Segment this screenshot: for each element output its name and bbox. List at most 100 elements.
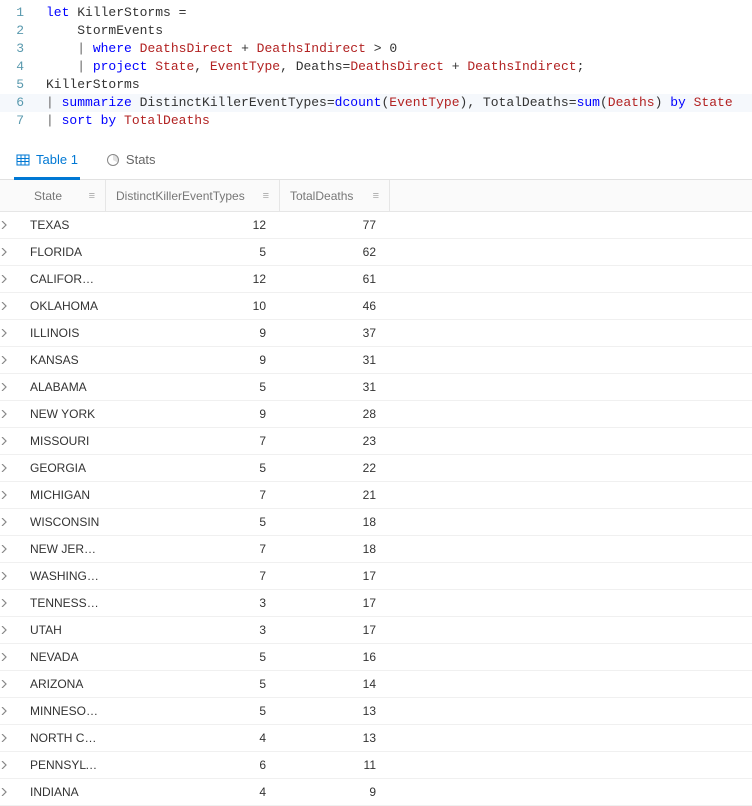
code-content[interactable]: KillerStorms [38, 76, 140, 94]
column-header-state[interactable]: State ≡ [24, 180, 106, 211]
table-row[interactable]: ALABAMA531 [0, 374, 752, 401]
expand-row-icon[interactable] [0, 248, 24, 256]
expand-row-icon[interactable] [0, 653, 24, 661]
cell-state: CALIFORNIA [24, 272, 106, 286]
table-row[interactable]: ILLINOIS937 [0, 320, 752, 347]
table-row[interactable]: MICHIGAN721 [0, 482, 752, 509]
table-row[interactable]: MISSOURI723 [0, 428, 752, 455]
table-row[interactable]: NORTH CA…413 [0, 725, 752, 752]
column-header-types[interactable]: DistinctKillerEventTypes ≡ [106, 180, 280, 211]
expand-row-icon[interactable] [0, 626, 24, 634]
cell-types: 6 [106, 758, 280, 772]
expand-row-icon[interactable] [0, 599, 24, 607]
table-row[interactable]: ARIZONA514 [0, 671, 752, 698]
cell-types: 3 [106, 596, 280, 610]
expand-row-icon[interactable] [0, 680, 24, 688]
expand-row-icon[interactable] [0, 707, 24, 715]
cell-deaths: 17 [280, 569, 390, 583]
code-content[interactable]: | project State, EventType, Deaths=Death… [38, 58, 584, 76]
cell-deaths: 31 [280, 380, 390, 394]
table-row[interactable]: FLORIDA562 [0, 239, 752, 266]
expand-row-icon[interactable] [0, 275, 24, 283]
expand-row-icon[interactable] [0, 410, 24, 418]
code-editor[interactable]: 1let KillerStorms =2 StormEvents3 | wher… [0, 0, 752, 138]
cell-state: WISCONSIN [24, 515, 106, 529]
code-line[interactable]: 5KillerStorms [0, 76, 752, 94]
table-row[interactable]: PENNSYLV…611 [0, 752, 752, 779]
code-line[interactable]: 6| summarize DistinctKillerEventTypes=dc… [0, 94, 752, 112]
expand-row-icon[interactable] [0, 356, 24, 364]
cell-deaths: 18 [280, 515, 390, 529]
cell-types: 3 [106, 623, 280, 637]
line-number: 2 [0, 22, 38, 40]
code-line[interactable]: 2 StormEvents [0, 22, 752, 40]
menu-icon[interactable]: ≡ [89, 190, 95, 202]
cell-types: 9 [106, 326, 280, 340]
code-line[interactable]: 7| sort by TotalDeaths [0, 112, 752, 130]
code-line[interactable]: 4 | project State, EventType, Deaths=Dea… [0, 58, 752, 76]
expand-row-icon[interactable] [0, 302, 24, 310]
table-row[interactable]: TENNESSEE317 [0, 590, 752, 617]
cell-state: OKLAHOMA [24, 299, 106, 313]
cell-state: MINNESOTA [24, 704, 106, 718]
table-row[interactable]: NEVADA516 [0, 644, 752, 671]
table-row[interactable]: CALIFORNIA1261 [0, 266, 752, 293]
cell-deaths: 14 [280, 677, 390, 691]
cell-types: 7 [106, 434, 280, 448]
table-row[interactable]: NEW JERSEY718 [0, 536, 752, 563]
cell-deaths: 16 [280, 650, 390, 664]
tab-stats[interactable]: Stats [104, 146, 158, 180]
expand-row-icon[interactable] [0, 734, 24, 742]
menu-icon[interactable]: ≡ [263, 190, 269, 202]
cell-types: 5 [106, 245, 280, 259]
column-header-deaths[interactable]: TotalDeaths ≡ [280, 180, 390, 211]
table-row[interactable]: MINNESOTA513 [0, 698, 752, 725]
table-row[interactable]: GEORGIA522 [0, 455, 752, 482]
code-content[interactable]: StormEvents [38, 22, 163, 40]
code-content[interactable]: | sort by TotalDeaths [38, 112, 210, 130]
table-row[interactable]: UTAH317 [0, 617, 752, 644]
table-row[interactable]: INDIANA49 [0, 779, 752, 806]
menu-icon[interactable]: ≡ [373, 190, 379, 202]
expand-row-icon[interactable] [0, 437, 24, 445]
cell-state: PENNSYLV… [24, 758, 106, 772]
expand-row-icon[interactable] [0, 221, 24, 229]
expand-row-icon[interactable] [0, 788, 24, 796]
cell-state: TEXAS [24, 218, 106, 232]
tab-table[interactable]: Table 1 [14, 146, 80, 180]
cell-deaths: 17 [280, 596, 390, 610]
table-row[interactable]: KANSAS931 [0, 347, 752, 374]
expand-row-icon[interactable] [0, 491, 24, 499]
expand-row-icon[interactable] [0, 761, 24, 769]
cell-deaths: 28 [280, 407, 390, 421]
code-content[interactable]: | summarize DistinctKillerEventTypes=dco… [38, 94, 733, 112]
cell-types: 10 [106, 299, 280, 313]
cell-deaths: 46 [280, 299, 390, 313]
code-content[interactable]: let KillerStorms = [38, 4, 186, 22]
expand-row-icon[interactable] [0, 518, 24, 526]
cell-types: 7 [106, 569, 280, 583]
cell-types: 9 [106, 353, 280, 367]
code-line[interactable]: 3 | where DeathsDirect + DeathsIndirect … [0, 40, 752, 58]
line-number: 6 [0, 94, 38, 112]
cell-state: GEORGIA [24, 461, 106, 475]
expand-row-icon[interactable] [0, 464, 24, 472]
cell-deaths: 23 [280, 434, 390, 448]
cell-state: MICHIGAN [24, 488, 106, 502]
table-row[interactable]: WASHINGT…717 [0, 563, 752, 590]
cell-state: ALABAMA [24, 380, 106, 394]
expand-row-icon[interactable] [0, 329, 24, 337]
table-row[interactable]: WISCONSIN518 [0, 509, 752, 536]
line-number: 5 [0, 76, 38, 94]
expand-row-icon[interactable] [0, 572, 24, 580]
table-icon [16, 153, 30, 167]
table-row[interactable]: NEW YORK928 [0, 401, 752, 428]
expand-row-icon[interactable] [0, 545, 24, 553]
expand-row-icon[interactable] [0, 383, 24, 391]
code-content[interactable]: | where DeathsDirect + DeathsIndirect > … [38, 40, 397, 58]
tab-table-label: Table 1 [36, 152, 78, 167]
cell-types: 5 [106, 515, 280, 529]
code-line[interactable]: 1let KillerStorms = [0, 4, 752, 22]
table-row[interactable]: OKLAHOMA1046 [0, 293, 752, 320]
table-row[interactable]: TEXAS1277 [0, 212, 752, 239]
